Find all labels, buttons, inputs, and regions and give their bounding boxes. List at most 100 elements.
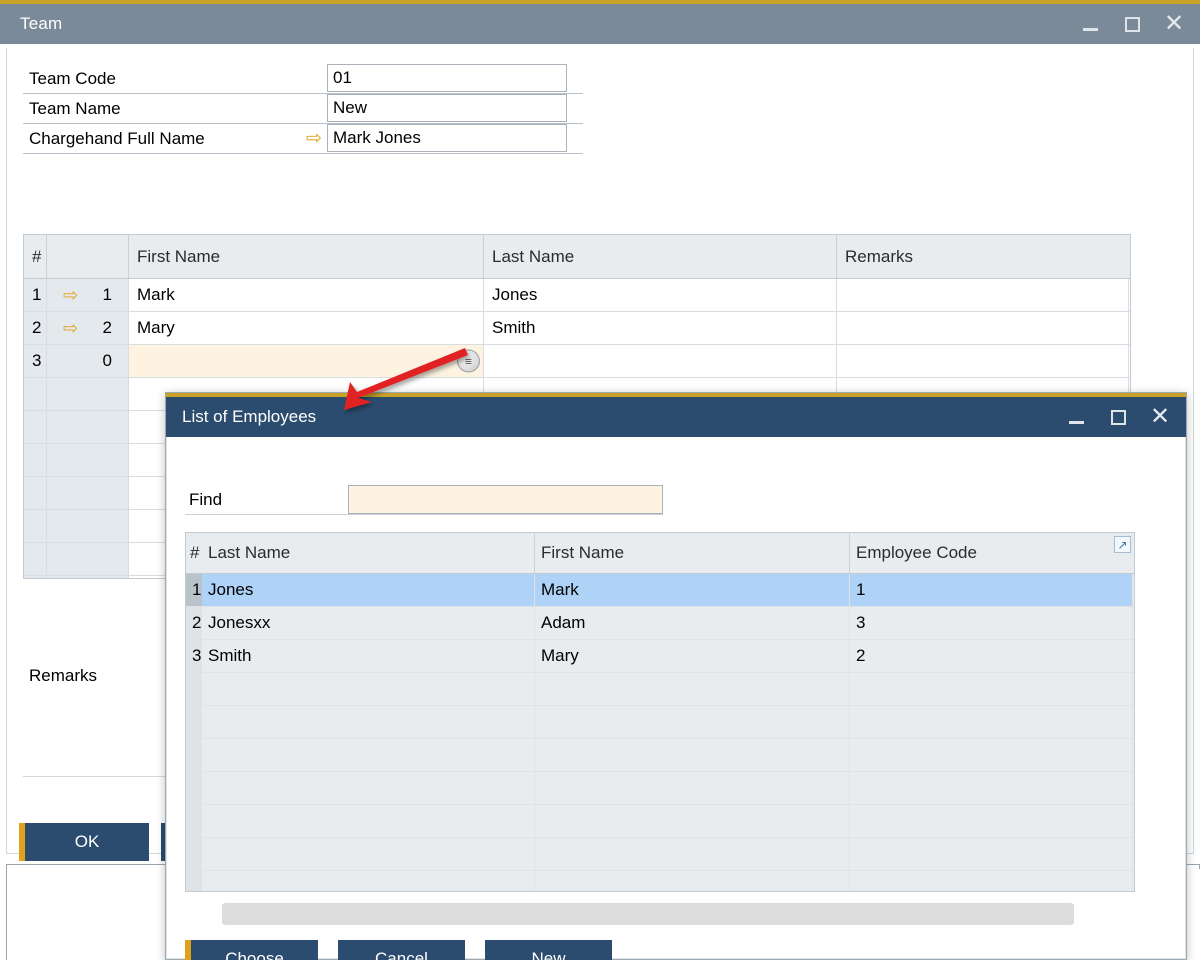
maximize-icon[interactable] bbox=[1106, 405, 1130, 429]
cell-first-name[interactable]: Mark bbox=[535, 574, 850, 606]
column-header-last-name[interactable]: Last Name bbox=[202, 533, 535, 573]
cell-empty[interactable] bbox=[202, 706, 535, 738]
cell-empty[interactable] bbox=[850, 805, 1133, 837]
list-item[interactable]: 2 Jonesxx Adam 3 bbox=[186, 607, 1134, 640]
cell-empty[interactable] bbox=[202, 739, 535, 771]
close-icon[interactable]: ✕ bbox=[1148, 405, 1172, 429]
cell-first-name[interactable]: Adam bbox=[535, 607, 850, 639]
find-input[interactable] bbox=[348, 485, 663, 514]
cell-empty[interactable] bbox=[202, 838, 535, 870]
cell-empty[interactable] bbox=[186, 772, 202, 804]
cell-empty[interactable] bbox=[202, 673, 535, 705]
table-row-active[interactable]: 3 0 ≡ bbox=[24, 345, 1130, 378]
row-selector-cell[interactable]: ⇨ 2 bbox=[47, 312, 129, 344]
cell-remarks[interactable] bbox=[837, 279, 1129, 311]
link-arrow-icon[interactable]: ⇨ bbox=[299, 129, 329, 148]
cell-empty[interactable] bbox=[24, 378, 47, 410]
cell-first-name-editing[interactable]: ≡ bbox=[129, 345, 484, 377]
cell-last-name[interactable]: Jones bbox=[484, 279, 837, 311]
row-selector-cell[interactable]: 0 bbox=[47, 345, 129, 377]
cell-empty[interactable] bbox=[535, 706, 850, 738]
list-item-empty[interactable] bbox=[186, 871, 1134, 892]
cancel-button[interactable]: Cancel bbox=[338, 940, 465, 960]
cell-empty[interactable] bbox=[535, 838, 850, 870]
cell-empty[interactable] bbox=[850, 673, 1133, 705]
close-icon[interactable]: ✕ bbox=[1162, 12, 1186, 36]
link-arrow-icon[interactable]: ⇨ bbox=[55, 319, 78, 337]
minimize-icon[interactable] bbox=[1078, 12, 1102, 36]
cell-empty[interactable] bbox=[186, 871, 202, 892]
cell-empty[interactable] bbox=[186, 673, 202, 705]
list-item-empty[interactable] bbox=[186, 673, 1134, 706]
cell-empty[interactable] bbox=[186, 805, 202, 837]
cell-remarks[interactable] bbox=[837, 312, 1129, 344]
list-item-empty[interactable] bbox=[186, 838, 1134, 871]
new-button[interactable]: New bbox=[485, 940, 612, 960]
cell-empty[interactable] bbox=[535, 871, 850, 892]
cell-employee-code[interactable]: 3 bbox=[850, 607, 1133, 639]
cell-empty[interactable] bbox=[47, 378, 129, 410]
cell-empty[interactable] bbox=[186, 706, 202, 738]
cell-employee-code[interactable]: 1 bbox=[850, 574, 1133, 606]
column-header-selector[interactable] bbox=[47, 235, 129, 278]
chargehand-full-name-input[interactable] bbox=[327, 124, 567, 152]
column-header-first-name[interactable]: First Name bbox=[535, 533, 850, 573]
cell-empty[interactable] bbox=[850, 706, 1133, 738]
cell-empty[interactable] bbox=[186, 739, 202, 771]
cell-first-name[interactable]: Mary bbox=[129, 312, 484, 344]
list-item-empty[interactable] bbox=[186, 739, 1134, 772]
cell-last-name[interactable]: Smith bbox=[484, 312, 837, 344]
column-header-employee-code[interactable]: Employee Code bbox=[850, 533, 1133, 573]
cell-empty[interactable] bbox=[535, 805, 850, 837]
cell-empty[interactable] bbox=[850, 739, 1133, 771]
cell-last-name[interactable]: Smith bbox=[202, 640, 535, 672]
table-row[interactable]: 2 ⇨ 2 Mary Smith bbox=[24, 312, 1130, 345]
cell-empty[interactable] bbox=[47, 510, 129, 542]
column-header-row-number[interactable]: # bbox=[186, 533, 202, 573]
choose-button[interactable]: Choose bbox=[191, 940, 318, 960]
cell-empty[interactable] bbox=[186, 838, 202, 870]
cell-first-name[interactable]: Mary bbox=[535, 640, 850, 672]
cell-last-name[interactable] bbox=[484, 345, 837, 377]
column-header-first-name[interactable]: First Name bbox=[129, 235, 484, 278]
browse-button-icon[interactable]: ≡ bbox=[457, 350, 480, 373]
cell-empty[interactable] bbox=[24, 576, 47, 579]
cell-empty[interactable] bbox=[47, 576, 129, 579]
cell-empty[interactable] bbox=[850, 871, 1133, 892]
row-selector-cell[interactable]: ⇨ 1 bbox=[47, 279, 129, 311]
column-header-remarks[interactable]: Remarks bbox=[837, 235, 1129, 278]
cell-empty[interactable] bbox=[47, 477, 129, 509]
cell-empty[interactable] bbox=[850, 772, 1133, 804]
cell-empty[interactable] bbox=[24, 477, 47, 509]
list-item[interactable]: 3 Smith Mary 2 bbox=[186, 640, 1134, 673]
cell-empty[interactable] bbox=[202, 871, 535, 892]
column-header-last-name[interactable]: Last Name bbox=[484, 235, 837, 278]
cell-empty[interactable] bbox=[202, 805, 535, 837]
cell-empty[interactable] bbox=[47, 444, 129, 476]
cell-empty[interactable] bbox=[850, 838, 1133, 870]
cell-last-name[interactable]: Jones bbox=[202, 574, 535, 606]
ok-button[interactable]: OK bbox=[25, 823, 149, 861]
cell-empty[interactable] bbox=[535, 673, 850, 705]
minimize-icon[interactable] bbox=[1064, 405, 1088, 429]
cell-last-name[interactable]: Jonesxx bbox=[202, 607, 535, 639]
list-item-empty[interactable] bbox=[186, 772, 1134, 805]
list-item-empty[interactable] bbox=[186, 706, 1134, 739]
cell-remarks[interactable] bbox=[837, 345, 1129, 377]
team-name-input[interactable] bbox=[327, 94, 567, 122]
column-header-row-number[interactable]: # bbox=[24, 235, 47, 278]
team-code-input[interactable] bbox=[327, 64, 567, 92]
list-item-empty[interactable] bbox=[186, 805, 1134, 838]
cell-empty[interactable] bbox=[24, 444, 47, 476]
cell-empty[interactable] bbox=[535, 739, 850, 771]
cell-empty[interactable] bbox=[24, 543, 47, 575]
list-item[interactable]: 1 Jones Mark 1 bbox=[186, 574, 1134, 607]
cell-first-name[interactable]: Mark bbox=[129, 279, 484, 311]
cell-empty[interactable] bbox=[47, 411, 129, 443]
table-row[interactable]: 1 ⇨ 1 Mark Jones bbox=[24, 279, 1130, 312]
cell-empty[interactable] bbox=[47, 543, 129, 575]
expand-grid-icon[interactable]: ↗ bbox=[1114, 536, 1131, 553]
link-arrow-icon[interactable]: ⇨ bbox=[55, 286, 78, 304]
cell-empty[interactable] bbox=[535, 772, 850, 804]
cell-empty[interactable] bbox=[24, 510, 47, 542]
